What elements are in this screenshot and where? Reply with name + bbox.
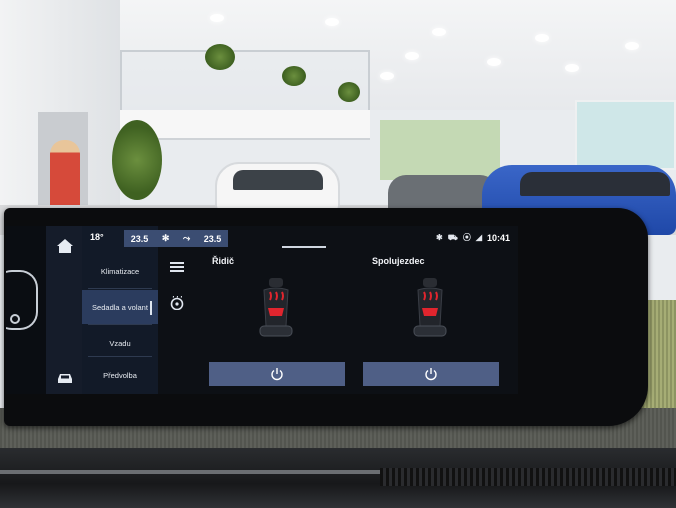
- menu-item-label: Klimatizace: [100, 266, 140, 276]
- menu-item-label: Předvolba: [103, 370, 137, 380]
- white-car-windshield: [233, 170, 323, 190]
- ceiling-light: [625, 42, 639, 50]
- location-icon: ⦿: [462, 233, 471, 242]
- window: [380, 120, 500, 180]
- climate-menu: Klimatizace Sedadla a volant Vzadu Předv…: [82, 226, 158, 394]
- vehicle-preview[interactable]: [6, 226, 46, 394]
- steering-wheel-heat-icon[interactable]: [169, 296, 185, 310]
- menu-item-label: Vzadu: [109, 338, 131, 348]
- outside-temperature: 18°: [90, 232, 104, 242]
- plant: [112, 120, 162, 200]
- driver-seat-title: Řidič: [212, 256, 235, 266]
- signal-icon: ◢: [475, 233, 482, 242]
- window: [575, 100, 676, 170]
- fan-icon: ✻: [161, 233, 170, 243]
- passenger-seat-power-button[interactable]: [363, 362, 499, 386]
- ceiling-light: [380, 72, 394, 80]
- passenger-seat-heat-icon[interactable]: [410, 276, 450, 342]
- status-icons: ✱ ⛟ ⦿ ◢ 10:41: [436, 232, 510, 243]
- divider: [88, 324, 152, 325]
- menu-item-vzadu[interactable]: Vzadu: [82, 326, 158, 360]
- person: [50, 140, 80, 210]
- infotainment-screen: Klimatizace Sedadla a volant Vzadu Předv…: [6, 226, 518, 394]
- plant: [205, 44, 235, 70]
- ceiling-light: [325, 18, 339, 26]
- divider: [88, 356, 152, 357]
- ceiling-light: [535, 34, 549, 42]
- ceiling-light: [565, 64, 579, 72]
- climate-quick-bar[interactable]: 23.5 ✻ ⤳ 23.5: [124, 230, 228, 247]
- plant: [282, 66, 306, 86]
- ceiling-light: [487, 58, 501, 66]
- icon-column: [46, 226, 82, 394]
- temperature-right: 23.5: [203, 233, 222, 244]
- ceiling-light: [432, 28, 446, 36]
- temperature-left: 23.5: [130, 233, 149, 244]
- power-icon: [271, 368, 283, 381]
- divider: [88, 288, 152, 289]
- airflow-icon: ⤳: [182, 233, 191, 243]
- ceiling-light: [405, 52, 419, 60]
- selected-indicator: [150, 301, 152, 315]
- menu-icon[interactable]: [170, 262, 184, 272]
- car-wheel: [10, 314, 20, 324]
- ceiling-light: [210, 14, 224, 22]
- balcony: [120, 110, 370, 140]
- bluetooth-icon: ✱: [436, 233, 443, 242]
- blue-car-windows: [520, 172, 670, 196]
- connected-car-icon: ⛟: [447, 232, 458, 242]
- menu-item-sedadla-a-volant[interactable]: Sedadla a volant: [82, 290, 158, 324]
- side-icons: [158, 226, 198, 394]
- home-icon[interactable]: [56, 238, 74, 254]
- power-icon: [425, 368, 437, 381]
- car-icon[interactable]: [56, 372, 74, 384]
- clock: 10:41: [486, 232, 510, 243]
- drag-handle[interactable]: [282, 246, 326, 248]
- menu-item-label: Sedadla a volant: [92, 302, 148, 312]
- driver-seat-power-button[interactable]: [209, 362, 345, 386]
- passenger-seat-title: Spolujezdec: [372, 256, 425, 266]
- menu-item-predvolba[interactable]: Předvolba: [82, 358, 158, 392]
- driver-seat-heat-icon[interactable]: [256, 276, 296, 342]
- balcony-railing: [120, 50, 370, 110]
- air-vent: [380, 468, 676, 486]
- plant: [338, 82, 360, 102]
- menu-item-klimatizace[interactable]: Klimatizace: [82, 254, 158, 288]
